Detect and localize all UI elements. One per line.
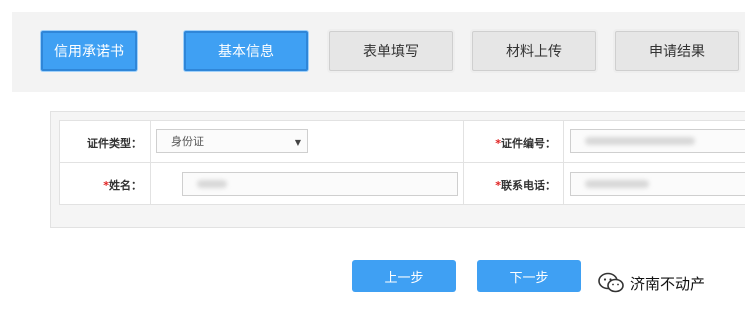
step-bar: 信用承诺书 基本信息 表单填写 材料上传 申请结果: [12, 12, 745, 92]
masked-value: [197, 180, 227, 188]
next-step-button[interactable]: 下一步: [477, 260, 581, 292]
masked-value: [585, 137, 695, 145]
watermark-text: 济南不动产: [630, 274, 706, 293]
watermark: 济南不动产: [598, 272, 705, 294]
basic-info-form: 证件类型： 身份证 ▼ *证件编号： *姓名： *联系电话：: [50, 111, 745, 228]
divider: [60, 162, 745, 163]
phone-label: *联系电话：: [495, 179, 556, 192]
name-field[interactable]: [182, 172, 458, 196]
masked-value: [585, 180, 649, 188]
phone-field[interactable]: [570, 172, 745, 196]
id-type-label: 证件类型：: [87, 137, 142, 150]
id-number-field[interactable]: [570, 129, 745, 153]
id-number-label: *证件编号：: [495, 137, 556, 150]
step-credit-commitment[interactable]: 信用承诺书: [41, 31, 137, 71]
step-basic-info[interactable]: 基本信息: [184, 31, 308, 71]
application-page: 信用承诺书 基本信息 表单填写 材料上传 申请结果 证件类型： 身份证 ▼ *证…: [0, 0, 745, 315]
form-grid: 证件类型： 身份证 ▼ *证件编号： *姓名： *联系电话：: [59, 120, 745, 205]
step-form-fill[interactable]: 表单填写: [329, 31, 453, 71]
name-label: *姓名：: [103, 179, 142, 192]
wechat-icon: [598, 272, 624, 293]
step-material-upload[interactable]: 材料上传: [472, 31, 596, 71]
step-apply-result[interactable]: 申请结果: [615, 31, 739, 71]
chevron-down-icon: ▼: [294, 138, 301, 147]
id-type-select[interactable]: 身份证 ▼: [156, 129, 308, 153]
prev-step-button[interactable]: 上一步: [352, 260, 456, 292]
